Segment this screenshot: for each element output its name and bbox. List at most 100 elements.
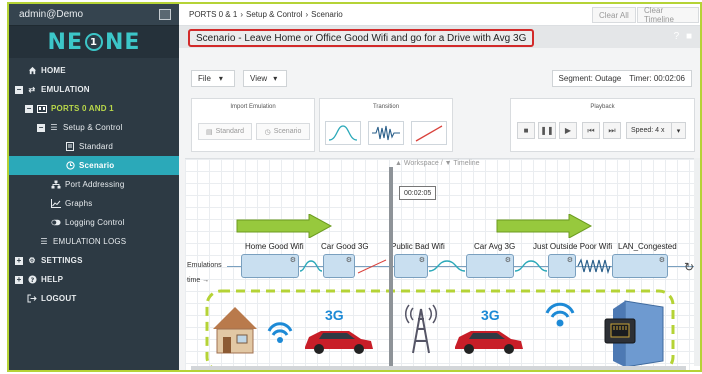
vertical-scrollbar[interactable]	[694, 158, 700, 366]
linear-transition-button[interactable]	[411, 121, 447, 145]
sidebar-item-scenario[interactable]: Scenario	[9, 156, 179, 175]
time-axis-label: time →	[187, 277, 210, 284]
import-emulation-panel: Import Emulation ▤ Standard ◷ Scenario	[191, 98, 315, 152]
rewind-icon: ⏮	[587, 125, 595, 135]
clear-all-button[interactable]: Clear All	[592, 7, 636, 23]
gear-icon[interactable]: ⚙	[346, 256, 352, 264]
ports-icon	[37, 104, 47, 114]
emulation-icon: ⇄	[28, 85, 36, 94]
import-scenario-button[interactable]: ◷ Scenario	[256, 123, 310, 140]
segment-block[interactable]: ⚙	[241, 254, 299, 278]
sidebar-item-help[interactable]: + ? HELP	[9, 270, 179, 289]
wifi-icon	[267, 322, 293, 343]
transition-panel: Transition	[319, 98, 453, 152]
speed-select[interactable]: Speed: 4 x ▾	[626, 122, 686, 139]
expand-icon[interactable]: +	[15, 275, 23, 284]
breadcrumb: PORTS 0 & 1 › Setup & Control › Scenario…	[179, 4, 700, 26]
help-icon[interactable]: ?	[674, 31, 680, 42]
segment-label: Just Outside Poor Wifi	[533, 242, 613, 251]
car-icon	[455, 331, 523, 354]
sidebar-toggle-icon[interactable]	[159, 9, 171, 20]
wifi-icon	[545, 302, 575, 327]
segment-block[interactable]: ⚙	[394, 254, 428, 278]
collapse-icon[interactable]: −	[37, 123, 45, 132]
sidebar-item-settings[interactable]: + ⚙ SETTINGS	[9, 251, 179, 270]
chevron-right-icon: ›	[305, 10, 309, 19]
caret-down-icon: ▾	[273, 74, 278, 83]
gear-icon[interactable]: ⚙	[419, 256, 425, 264]
timeline-cursor[interactable]	[389, 167, 393, 370]
segment-block[interactable]: ⚙	[612, 254, 668, 278]
sidebar-item-emulation[interactable]: − ⇄ EMULATION	[9, 80, 179, 99]
playback-panel: Playback ■ ❚❚ ▶ ⏮ ⏭ Speed: 4 x ▾	[510, 98, 695, 152]
sidebar-item-emulation-logs[interactable]: ☰ EMULATION LOGS	[9, 232, 179, 251]
file-menu[interactable]: File ▾	[191, 70, 235, 87]
neone-logo: NE 1 NE	[9, 26, 179, 58]
view-menu[interactable]: View ▾	[243, 70, 287, 87]
smooth-transition-icon	[428, 260, 466, 272]
network-3g-label: 3G	[481, 307, 500, 323]
toolbar: File ▾ View ▾ Segment: Outage Timer: 00:…	[179, 68, 700, 90]
emulations-row-label: Emulations	[187, 262, 222, 269]
segment-block[interactable]: ⚙	[466, 254, 514, 278]
sliders-icon: ☰	[50, 123, 58, 132]
network-icon	[51, 180, 61, 190]
smooth-transition-button[interactable]	[325, 121, 361, 145]
play-icon: ▶	[564, 126, 572, 135]
play-button[interactable]: ▶	[559, 122, 577, 139]
document-icon: ▤	[205, 128, 213, 136]
collapse-icon[interactable]: −	[25, 104, 33, 113]
sidebar-item-port-addressing[interactable]: Port Addressing	[9, 175, 179, 194]
horizontal-scrollbar[interactable]	[191, 366, 686, 370]
timer-display: Timer: 00:02:06	[629, 74, 685, 83]
expand-icon[interactable]: +	[15, 256, 23, 265]
collapse-icon[interactable]: −	[15, 85, 23, 94]
segment-label: Public Bad Wifi	[391, 242, 445, 251]
segment-block[interactable]: ⚙	[323, 254, 355, 278]
gear-icon[interactable]: ⚙	[505, 256, 511, 264]
breadcrumb-setup-control[interactable]: Setup & Control	[246, 10, 302, 19]
graph-icon	[51, 199, 61, 209]
gears-icon: ⚙	[28, 256, 36, 265]
caret-down-icon: ▾	[671, 123, 685, 138]
sidebar-item-standard[interactable]: Standard	[9, 137, 179, 156]
segment-block[interactable]: ⚙	[548, 254, 576, 278]
rewind-button[interactable]: ⏮	[582, 122, 600, 139]
clock-icon	[65, 161, 75, 171]
fast-forward-button[interactable]: ⏭	[603, 122, 621, 139]
workspace-label: ▲ Workspace / ▼ Timeline	[395, 160, 480, 167]
gear-icon[interactable]: ⚙	[567, 256, 573, 264]
video-icon[interactable]: ■	[686, 31, 692, 42]
sidebar-item-home[interactable]: HOME	[9, 61, 179, 80]
chevron-right-icon: ›	[240, 10, 243, 19]
import-standard-button[interactable]: ▤ Standard	[198, 123, 252, 140]
pause-button[interactable]: ❚❚	[538, 122, 556, 139]
svg-text:?: ?	[30, 277, 34, 284]
workspace-timeline[interactable]: ▲ Workspace / ▼ Timeline Emulations time…	[185, 158, 700, 370]
jitter-transition-button[interactable]	[368, 121, 404, 145]
segment-info: Segment: Outage Timer: 00:02:06	[551, 70, 692, 87]
help-icon: ?	[27, 275, 37, 285]
sidebar-item-logout[interactable]: LOGOUT	[9, 289, 179, 308]
caret-down-icon: ▾	[218, 74, 223, 83]
segment-label: Car Avg 3G	[474, 242, 516, 251]
gear-icon[interactable]: ⚙	[659, 256, 665, 264]
sidebar-item-logging-control[interactable]: Logging Control	[9, 213, 179, 232]
arrow-right-icon	[496, 214, 593, 238]
breadcrumb-ports[interactable]: PORTS 0 & 1	[189, 10, 237, 19]
sidebar-item-setup-control[interactable]: − ☰ Setup & Control	[9, 118, 179, 137]
network-3g-label: 3G	[325, 307, 344, 323]
stop-button[interactable]: ■	[517, 122, 535, 139]
stop-icon: ■	[523, 126, 529, 135]
gear-icon[interactable]: ⚙	[290, 256, 296, 264]
refresh-icon[interactable]: ↻	[684, 260, 694, 274]
jitter-transition-icon	[577, 258, 611, 274]
smooth-transition-icon	[514, 260, 548, 272]
document-icon	[65, 142, 75, 152]
home-icon	[27, 66, 37, 76]
segment-label: Car Good 3G	[321, 242, 369, 251]
user-name: admin@Demo	[19, 9, 84, 20]
clear-timeline-button[interactable]: Clear Timeline	[637, 6, 699, 24]
sidebar-item-graphs[interactable]: Graphs	[9, 194, 179, 213]
sidebar-item-ports[interactable]: − PORTS 0 AND 1	[9, 99, 179, 118]
